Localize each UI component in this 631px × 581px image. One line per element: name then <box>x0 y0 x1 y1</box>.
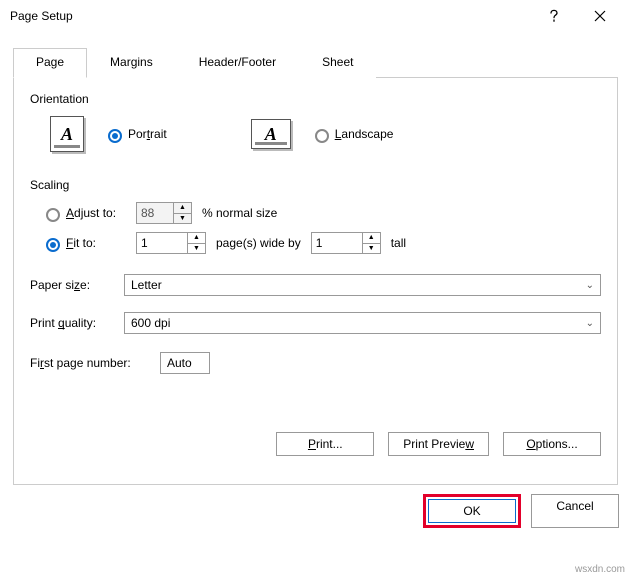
first-page-label: First page number: <box>30 356 150 370</box>
spinner-down-icon[interactable]: ▼ <box>363 244 380 254</box>
first-page-input[interactable]: Auto <box>160 352 210 374</box>
fit-wide-spinner[interactable]: ▲▼ <box>136 232 206 254</box>
dialog-footer: OK Cancel <box>0 486 631 538</box>
adjust-to-spinner[interactable]: ▲▼ <box>136 202 192 224</box>
paper-size-select[interactable]: Letter ⌄ <box>124 274 601 296</box>
print-quality-row: Print quality: 600 dpi ⌄ <box>30 312 601 334</box>
print-quality-label: Print quality: <box>30 316 114 330</box>
tab-margins[interactable]: Margins <box>87 48 176 78</box>
chevron-down-icon: ⌄ <box>586 280 594 291</box>
spinner-down-icon[interactable]: ▼ <box>188 244 205 254</box>
adjust-to-suffix: % normal size <box>202 206 277 220</box>
fit-tall-suffix: tall <box>391 236 406 250</box>
close-button[interactable] <box>577 0 623 32</box>
paper-size-row: Paper size: Letter ⌄ <box>30 274 601 296</box>
spinner-up-icon[interactable]: ▲ <box>188 233 205 244</box>
cancel-button[interactable]: Cancel <box>531 494 619 528</box>
adjust-to-row: Adjust to: ▲▼ % normal size <box>30 198 601 228</box>
titlebar: Page Setup <box>0 0 631 32</box>
radio-icon <box>46 208 60 222</box>
options-button[interactable]: Options... <box>503 432 601 456</box>
help-button[interactable] <box>531 0 577 32</box>
watermark: wsxdn.com <box>575 564 625 575</box>
dialog-title: Page Setup <box>10 9 531 23</box>
paper-size-label: Paper size: <box>30 278 114 292</box>
portrait-radio[interactable]: Portrait <box>108 127 167 141</box>
fit-to-row: Fit to: ▲▼ page(s) wide by ▲▼ tall <box>30 228 601 258</box>
fit-tall-input[interactable] <box>312 233 362 253</box>
adjust-to-radio[interactable]: Adjust to: <box>46 206 126 220</box>
ok-highlight: OK <box>423 494 521 528</box>
print-button[interactable]: Print... <box>276 432 374 456</box>
spinner-up-icon[interactable]: ▲ <box>363 233 380 244</box>
fit-to-radio[interactable]: Fit to: <box>46 236 126 250</box>
tab-page[interactable]: Page <box>13 48 87 78</box>
orientation-label: Orientation <box>30 92 601 106</box>
tab-sheet[interactable]: Sheet <box>299 48 376 78</box>
tab-panel-page: Orientation A Portrait A Landscape Scali… <box>13 78 618 485</box>
print-quality-select[interactable]: 600 dpi ⌄ <box>124 312 601 334</box>
tab-strip: Page Margins Header/Footer Sheet <box>13 47 618 78</box>
fit-tall-spinner[interactable]: ▲▼ <box>311 232 381 254</box>
ok-button[interactable]: OK <box>428 499 516 523</box>
scaling-label: Scaling <box>30 178 601 192</box>
portrait-icon: A <box>50 116 84 152</box>
spinner-down-icon[interactable]: ▼ <box>174 214 191 224</box>
dialog-body: Page Margins Header/Footer Sheet Orienta… <box>0 32 631 486</box>
fit-wide-input[interactable] <box>137 233 187 253</box>
landscape-icon: A <box>251 119 291 149</box>
fit-mid-label: page(s) wide by <box>216 236 301 250</box>
tab-header-footer[interactable]: Header/Footer <box>176 48 299 78</box>
landscape-radio[interactable]: Landscape <box>315 127 394 141</box>
adjust-to-input[interactable] <box>137 203 173 223</box>
radio-icon <box>108 129 122 143</box>
spinner-up-icon[interactable]: ▲ <box>174 203 191 214</box>
orientation-group: A Portrait A Landscape <box>30 112 601 178</box>
print-quality-value: 600 dpi <box>131 316 170 330</box>
panel-buttons: Print... Print Preview Options... <box>30 374 601 468</box>
radio-icon <box>46 238 60 252</box>
first-page-row: First page number: Auto <box>30 352 601 374</box>
paper-size-value: Letter <box>131 278 162 292</box>
radio-icon <box>315 129 329 143</box>
print-preview-button[interactable]: Print Preview <box>388 432 489 456</box>
chevron-down-icon: ⌄ <box>586 318 594 329</box>
